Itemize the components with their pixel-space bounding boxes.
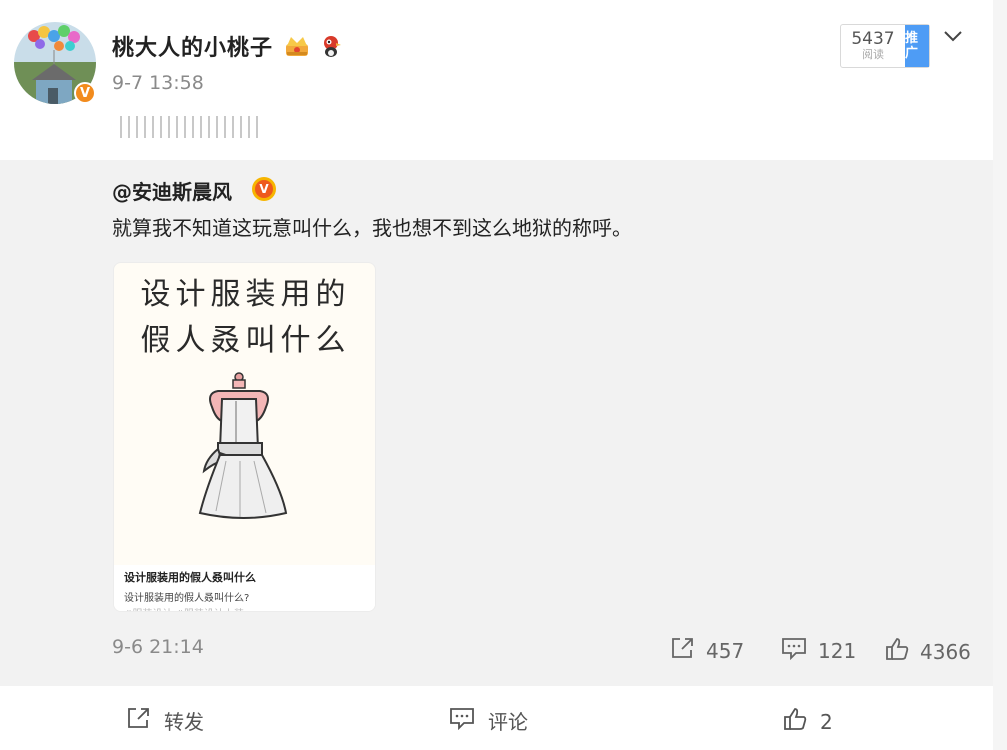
repost-button[interactable]: 转发	[126, 706, 204, 735]
card-caption: 设计服装用的假人叒叫什么	[124, 571, 256, 584]
share-icon	[670, 636, 696, 665]
crown-badge-icon[interactable]	[284, 34, 310, 62]
promote-button[interactable]: 推广	[905, 25, 929, 67]
username[interactable]: 桃大人的小桃子	[112, 30, 273, 62]
scrollbar-track[interactable]	[993, 0, 1007, 750]
share-icon	[126, 706, 152, 735]
unrendered-glyph	[152, 116, 162, 138]
original-like-stat[interactable]: 4366	[884, 636, 971, 667]
unrendered-glyph	[200, 116, 210, 138]
card-description: 设计服装用的假人叒叫什么?	[124, 593, 250, 604]
post-body-glyphs	[120, 116, 258, 138]
comment-icon	[448, 706, 476, 735]
card-title-line1: 设计服装用的	[140, 277, 351, 312]
original-post-text: 就算我不知道这玩意叫什么，我也想不到这么地狱的称呼。	[112, 216, 632, 240]
card-footer: 设计服装用的假人叒叫什么 设计服装用的假人叒叫什么? #服装设计 #服装设计上装	[114, 565, 375, 611]
original-like-count: 4366	[920, 639, 971, 664]
original-timestamp[interactable]: 9-6 21:14	[112, 636, 204, 658]
card-tags: #服装设计 #服装设计上装	[124, 605, 244, 611]
read-count-box[interactable]: 5437 阅读 推广	[840, 24, 930, 68]
original-author[interactable]: @安迪斯晨风	[112, 176, 232, 205]
repost-label: 转发	[164, 710, 204, 734]
bird-badge-icon[interactable]	[320, 34, 342, 62]
chevron-down-icon[interactable]	[942, 28, 964, 48]
unrendered-glyph	[168, 116, 178, 138]
original-comment-count: 121	[818, 638, 857, 663]
card-title-line2: 假人叒叫什么	[140, 323, 351, 358]
comment-label: 评论	[488, 710, 528, 734]
unrendered-glyph	[232, 116, 242, 138]
unrendered-glyph	[120, 116, 130, 138]
comment-button[interactable]: 评论	[448, 706, 528, 735]
thumbs-up-icon	[782, 706, 808, 737]
read-count-value: 5437	[851, 29, 895, 49]
unrendered-glyph	[216, 116, 226, 138]
read-count: 5437 阅读	[841, 25, 905, 67]
unrendered-glyph	[136, 116, 146, 138]
original-repost-stat[interactable]: 457	[670, 636, 744, 665]
verified-badge-icon: V	[252, 177, 276, 201]
unrendered-glyph	[184, 116, 194, 138]
thumbs-up-icon	[884, 636, 910, 667]
like-count: 2	[820, 709, 833, 734]
read-count-label: 阅读	[862, 48, 884, 61]
image-card[interactable]: 设计服装用的 假人叒叫什么 设计服装用的假人叒叫什么 设计服装用的假人叒叫什么?…	[113, 262, 376, 612]
dress-mannequin-illustration	[196, 371, 296, 535]
verified-badge-letter: V	[255, 180, 273, 198]
unrendered-glyph	[248, 116, 258, 138]
post-timestamp[interactable]: 9-7 13:58	[112, 72, 204, 94]
comment-icon	[780, 636, 808, 665]
original-repost-count: 457	[706, 638, 745, 663]
verified-badge-icon: V	[74, 82, 96, 104]
original-comment-stat[interactable]: 121	[780, 636, 856, 665]
like-button[interactable]: 2	[782, 706, 833, 737]
